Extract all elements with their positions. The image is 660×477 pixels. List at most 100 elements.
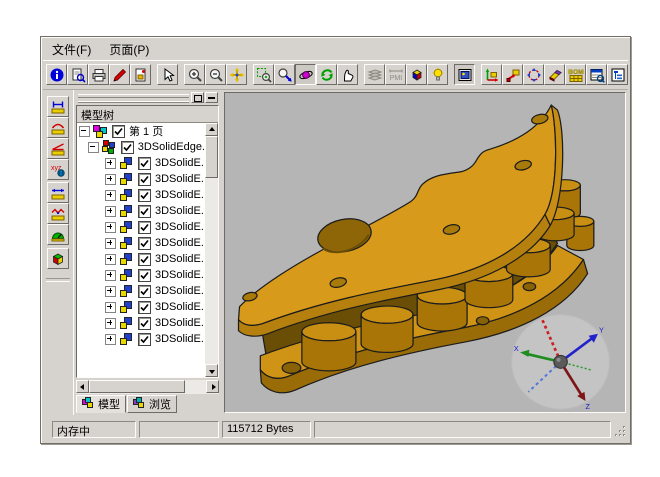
checkbox[interactable] [138,253,151,266]
layers-button[interactable] [364,64,385,85]
scroll-right-button[interactable] [206,380,219,393]
expand-icon[interactable] [105,270,116,281]
pmi-button[interactable]: PMI [385,64,406,85]
expand-icon[interactable] [105,190,116,201]
measure-length-button[interactable] [47,96,69,117]
refresh-button[interactable] [316,64,337,85]
coordinate-point-button[interactable]: xyz [47,159,69,180]
tree-root-row[interactable]: 第 1 页 [77,123,205,139]
tree-part-row[interactable]: 3DSolidE. [77,299,205,315]
expand-icon[interactable] [105,158,116,169]
tree-part-row[interactable]: 3DSolidE. [77,331,205,347]
zoom-out-button[interactable] [205,64,226,85]
checkbox[interactable] [112,125,125,138]
zoom-window-button[interactable] [253,64,274,85]
tree-part-row[interactable]: 3DSolidE. [77,219,205,235]
tree-horizontal-scrollbar[interactable] [76,380,219,394]
cad-model-canvas: X Y Z [225,93,625,412]
resize-grip[interactable] [614,425,627,438]
tree-assembly-row[interactable]: 3DSolidEdge. [77,139,205,155]
part-icon [119,332,135,346]
about-button[interactable] [46,64,67,85]
lighting-button[interactable] [427,64,448,85]
section-erase-button[interactable] [544,64,565,85]
tree-part-row[interactable]: 3DSolidE. [77,187,205,203]
bom-button[interactable]: BOM [565,64,586,85]
orientation-trackball[interactable]: X Y Z [512,315,610,411]
expand-icon[interactable] [105,286,116,297]
panel-hide-button[interactable] [205,92,218,103]
measure-volume-button[interactable] [47,248,69,269]
tree-part-row[interactable]: 3DSolidE. [77,203,205,219]
report-table-button[interactable] [586,64,607,85]
print-button[interactable] [88,64,109,85]
status-cell-4 [314,421,611,438]
structure-tree-button[interactable] [607,64,628,85]
tree-part-row[interactable]: 3DSolidE. [77,155,205,171]
move-part-icon [505,67,521,83]
scroll-down-button[interactable] [205,364,218,377]
panel-gripper[interactable] [76,92,219,103]
move-part-button[interactable] [502,64,523,85]
select-button[interactable] [157,64,178,85]
checkbox[interactable] [138,157,151,170]
checkbox[interactable] [138,333,151,346]
gauge-button[interactable] [47,224,69,245]
expand-icon[interactable] [105,222,116,233]
tab-model[interactable]: 模型 [76,395,126,413]
menu-file[interactable]: 文件(F) [43,39,100,60]
transform-button[interactable] [481,64,502,85]
scroll-up-button[interactable] [205,123,218,136]
tab-browse[interactable]: 浏览 [127,395,177,413]
tree-vertical-scrollbar[interactable] [205,123,218,377]
menu-page[interactable]: 页面(P) [100,39,158,60]
checkbox[interactable] [138,189,151,202]
expand-icon[interactable] [105,206,116,217]
axis-z-label: Z [586,403,591,411]
checkbox[interactable] [138,317,151,330]
tree-part-row[interactable]: 3DSolidE. [77,171,205,187]
measure-arc-button[interactable] [47,117,69,138]
checkbox[interactable] [138,205,151,218]
view-cube-button[interactable] [406,64,427,85]
checkbox[interactable] [121,141,134,154]
zoom-in-button[interactable] [184,64,205,85]
viewport-3d[interactable]: X Y Z [224,92,626,413]
gripper-lines-icon [78,94,189,103]
expand-icon[interactable] [105,302,116,313]
tree-part-row[interactable]: 3DSolidE. [77,267,205,283]
expand-icon[interactable] [105,238,116,249]
checkbox[interactable] [138,301,151,314]
rotate-part-button[interactable] [523,64,544,85]
checkbox[interactable] [138,269,151,282]
expand-icon[interactable] [105,334,116,345]
collapse-icon[interactable] [88,142,99,153]
tree-part-row[interactable]: 3DSolidE. [77,283,205,299]
checkbox[interactable] [138,221,151,234]
scroll-left-button[interactable] [76,380,89,393]
zoom-fit-button[interactable] [226,64,247,85]
expand-icon[interactable] [105,174,116,185]
scrollbar-thumb[interactable] [205,136,218,178]
expand-icon[interactable] [105,318,116,329]
snapshot-button[interactable] [130,64,151,85]
rotate-view-button[interactable] [295,64,316,85]
checkbox[interactable] [138,237,151,250]
render-mode-button[interactable] [454,64,475,85]
checkbox[interactable] [138,285,151,298]
tree-part-row[interactable]: 3DSolidE. [77,315,205,331]
tree-part-row[interactable]: 3DSolidE. [77,251,205,267]
measure-angle-button[interactable] [47,138,69,159]
collapse-icon[interactable] [79,126,90,137]
scrollbar-thumb[interactable] [89,380,185,393]
checkbox[interactable] [138,173,151,186]
print-preview-button[interactable] [67,64,88,85]
expand-icon[interactable] [105,254,116,265]
dynamic-zoom-button[interactable] [274,64,295,85]
measure-curve-button[interactable] [47,203,69,224]
panel-float-button[interactable] [191,92,204,103]
pan-button[interactable] [337,64,358,85]
edit-markup-button[interactable] [109,64,130,85]
tree-part-row[interactable]: 3DSolidE. [77,235,205,251]
measure-distance-button[interactable] [47,182,69,203]
